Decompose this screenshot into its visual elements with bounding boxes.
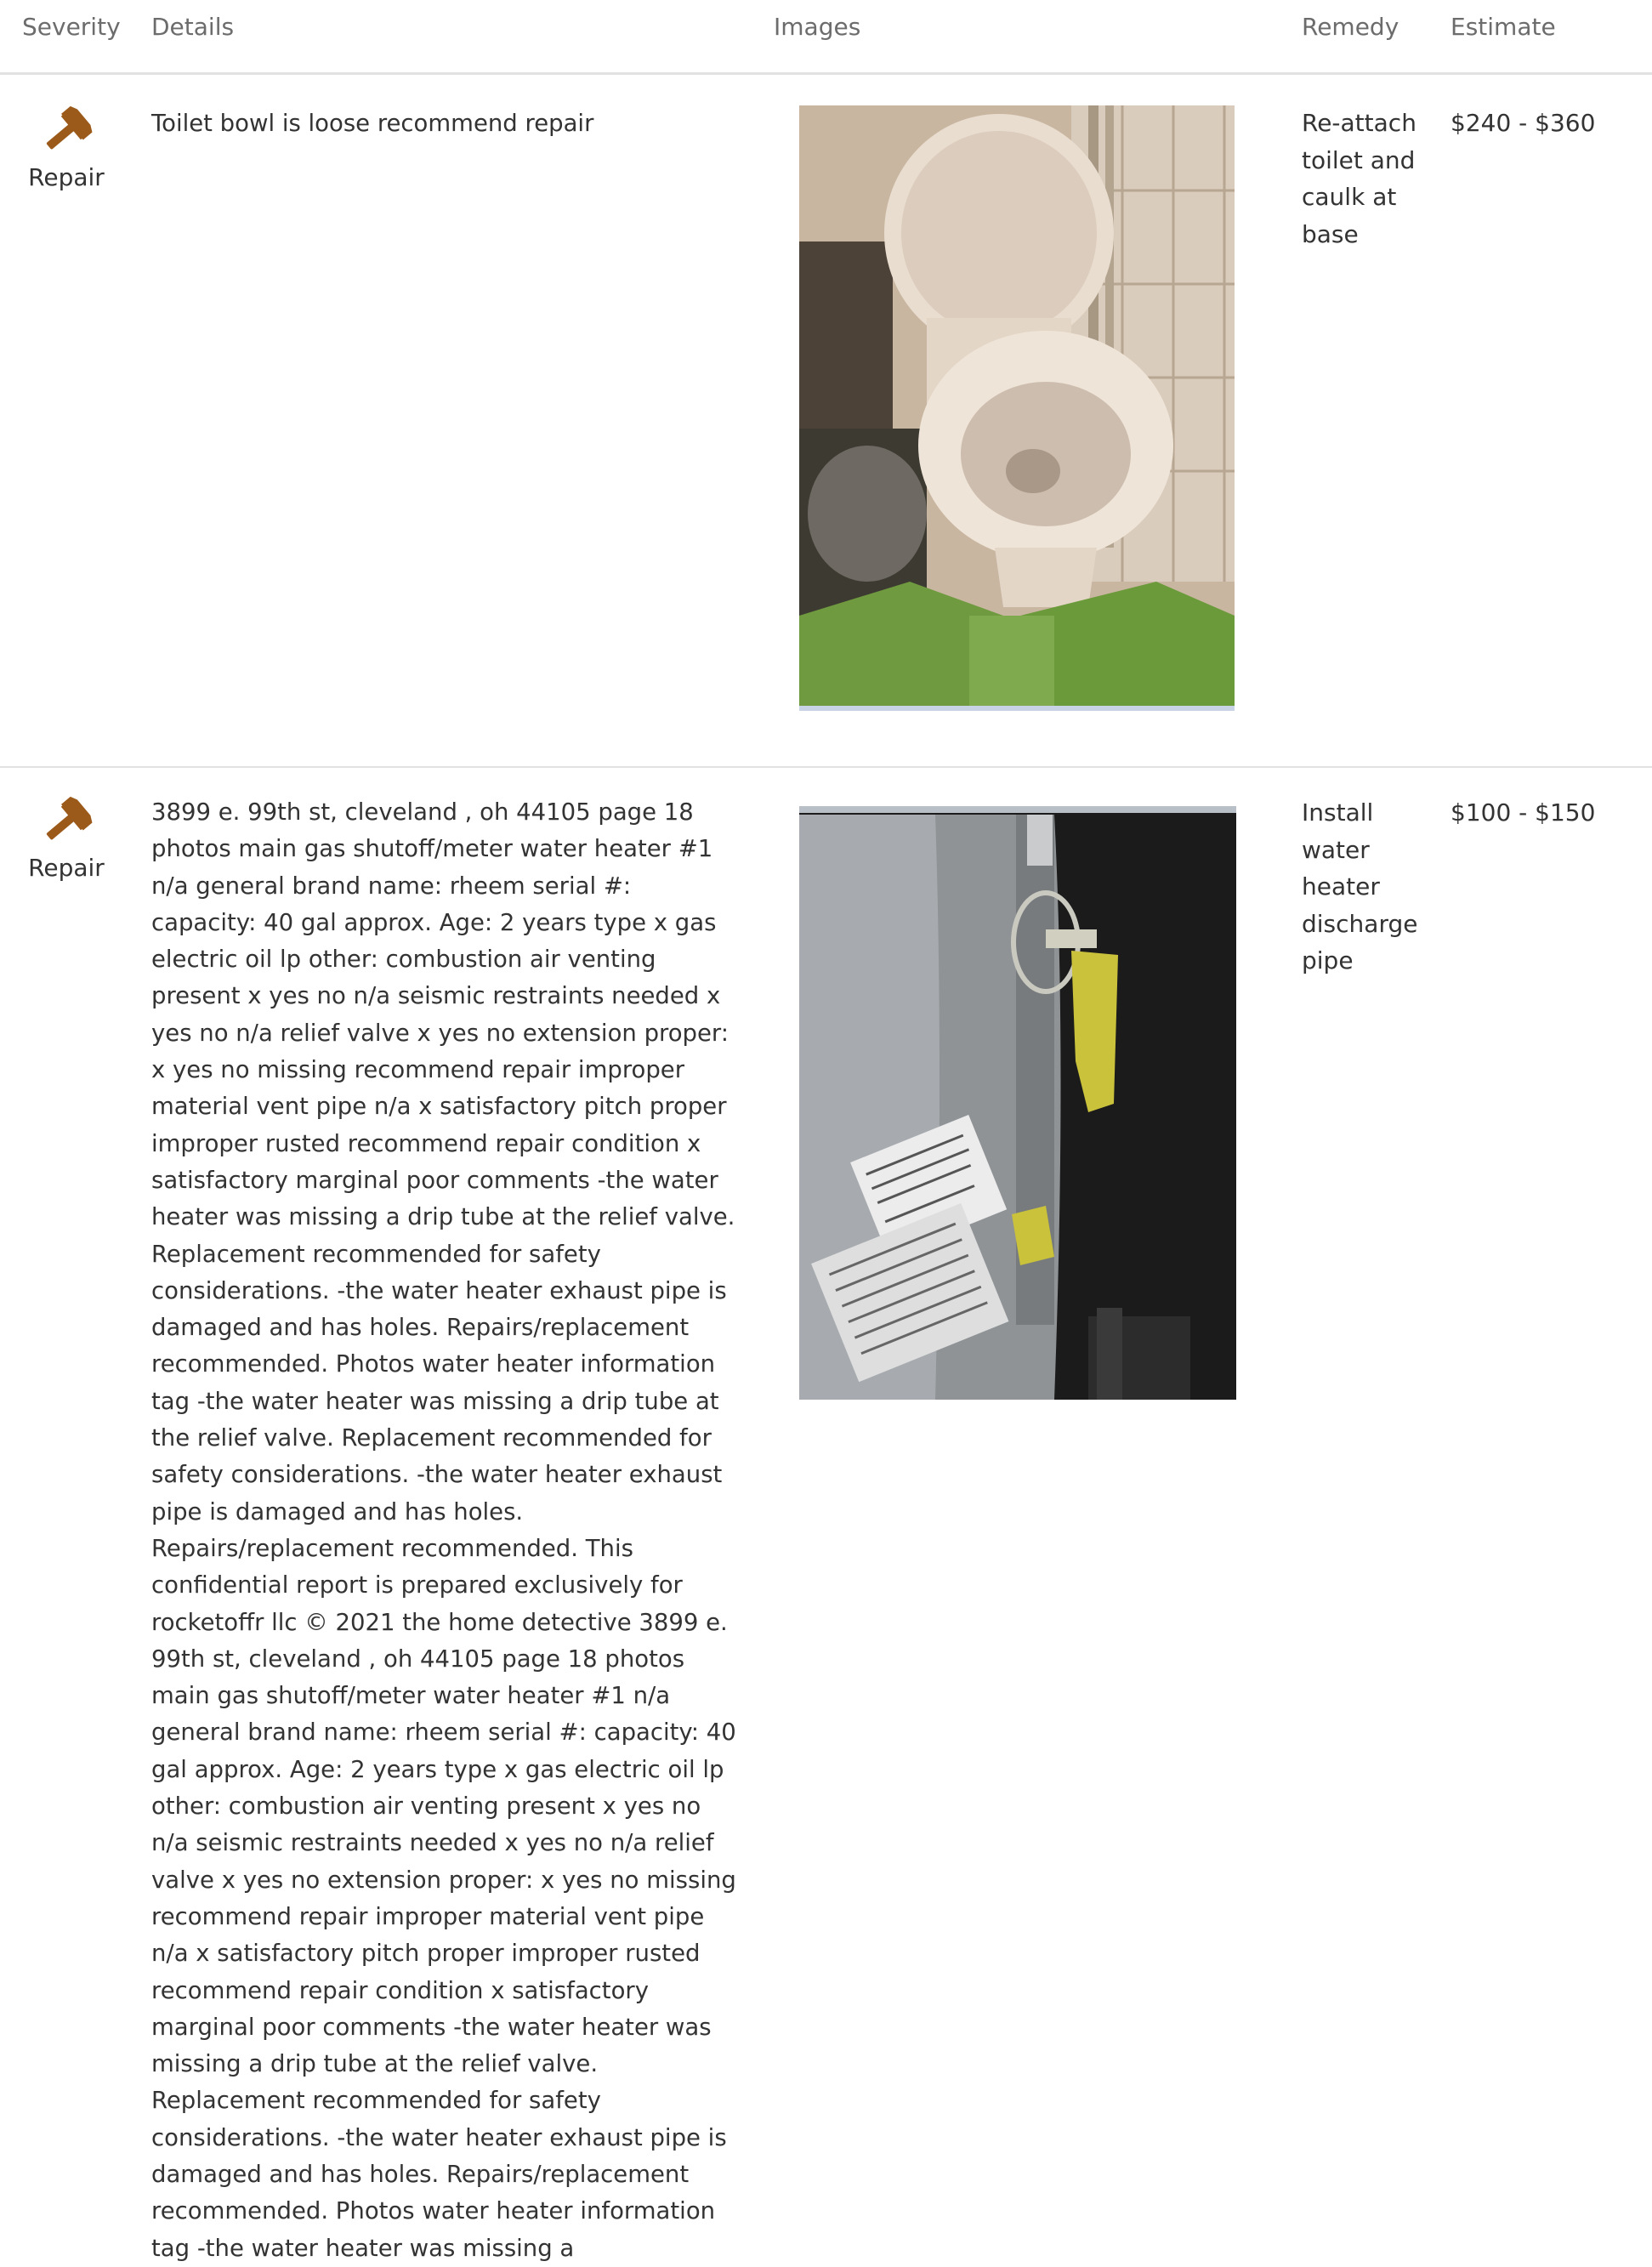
header-severity[interactable]: Severity <box>22 12 121 43</box>
severity-cell: Repair <box>24 795 109 884</box>
header-images[interactable]: Images <box>774 12 860 43</box>
details-text: 3899 e. 99th st, cleveland , oh 44105 pa… <box>151 798 736 2262</box>
estimate-text: $240 - $360 <box>1450 109 1596 137</box>
row-divider <box>0 766 1652 768</box>
header-estimate[interactable]: Estimate <box>1450 12 1556 43</box>
header-details[interactable]: Details <box>151 12 234 43</box>
header-remedy[interactable]: Remedy <box>1302 12 1399 43</box>
table-header: Severity Details Images Remedy Estimate <box>0 0 1652 75</box>
severity-label: Repair <box>28 854 105 882</box>
hammer-icon <box>24 105 109 159</box>
hammer-icon <box>24 795 109 849</box>
water-heater-photo <box>799 806 1236 1400</box>
estimate-text: $100 - $150 <box>1450 798 1596 827</box>
toilet-photo <box>799 105 1235 711</box>
details-text: Toilet bowl is loose recommend repair <box>151 110 594 137</box>
severity-cell: Repair <box>24 105 109 193</box>
remedy-text: Re-attach toilet and caulk at base <box>1302 109 1416 248</box>
severity-label: Repair <box>28 163 105 191</box>
remedy-text: Install water heater discharge pipe <box>1302 798 1418 974</box>
